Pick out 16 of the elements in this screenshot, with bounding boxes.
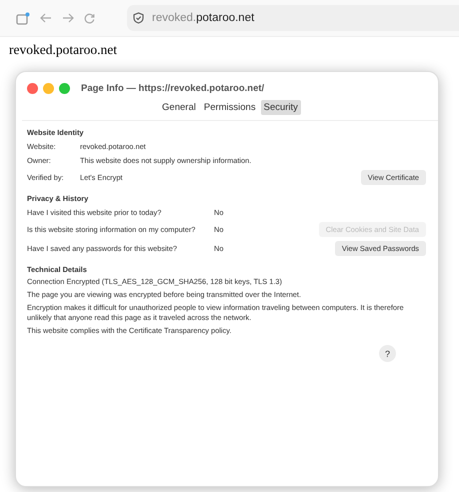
tab[interactable]: Security [260,100,301,115]
url-text: revoked.potaroo.net [152,12,254,24]
help-button[interactable]: ? [379,345,396,362]
reload-icon[interactable] [84,12,95,24]
tab-icon[interactable] [16,12,30,24]
page-heading: revoked.potaroo.net [8,41,118,59]
forward-icon[interactable] [62,13,74,23]
tab[interactable]: Permissions [200,100,259,115]
back-icon[interactable] [40,13,52,23]
tab[interactable]: General [159,100,199,115]
window-title: Page Info — https://revoked.potaroo.net/ [81,82,264,94]
address-bar[interactable]: revoked.potaroo.net [127,5,459,31]
close-button[interactable] [27,82,38,94]
minimize-button[interactable] [43,82,54,94]
zoom-button[interactable] [59,82,70,94]
shield-icon[interactable] [133,12,144,24]
